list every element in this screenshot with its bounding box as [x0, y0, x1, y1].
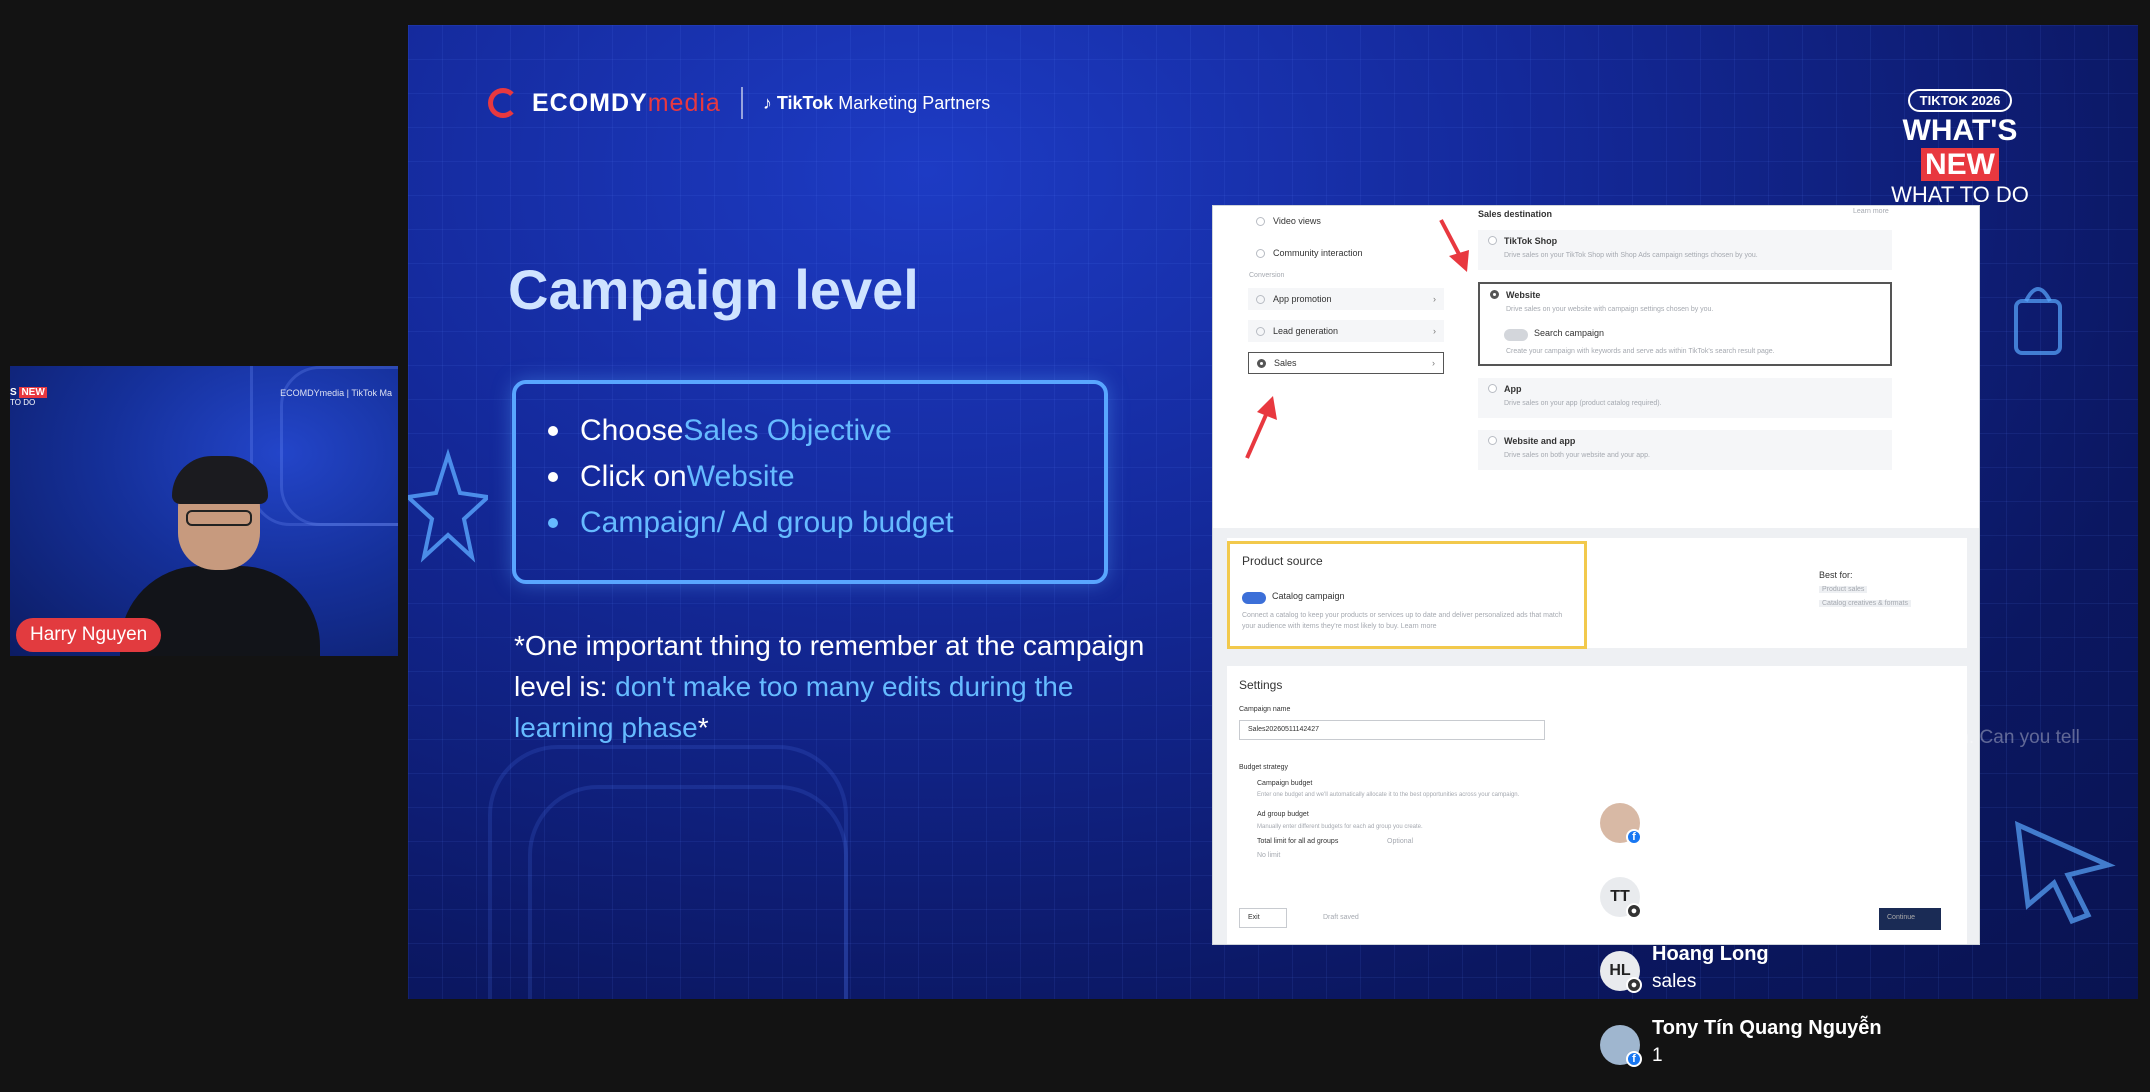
- guest-badge-icon: ●: [1626, 903, 1642, 919]
- product-source-highlight: Product source Catalog campaign Connect …: [1227, 541, 1587, 649]
- brand-bar: ECOMDYmedia ♪ TikTok Marketing Partners: [488, 87, 990, 119]
- destination-website-and-app: Website and app Drive sales on both your …: [1478, 430, 1892, 470]
- shopping-bag-icon: [2014, 287, 2062, 355]
- ecomdy-logo-icon: [488, 88, 518, 118]
- chat-message: HL ● Hoang Long sales: [1600, 943, 2080, 1013]
- destination-tiktok-shop: TikTok Shop Drive sales on your TikTok Sh…: [1478, 230, 1892, 270]
- speaker-avatar: [120, 456, 320, 656]
- speaker-video-tile[interactable]: S NEW TO DO ECOMDYmedia | TikTok Ma Harr…: [10, 366, 398, 656]
- bullet-item: Campaign/ Ad group budget: [546, 506, 1074, 540]
- decorative-ring: [528, 785, 848, 999]
- objective-app-promotion: App promotion ›: [1248, 288, 1444, 310]
- ecomdy-wordmark: ECOMDYmedia: [532, 88, 721, 117]
- exit-button: Exit: [1239, 908, 1287, 928]
- event-year-tag: TIKTOK 2026: [1907, 89, 2013, 112]
- star-decoration-icon: [408, 448, 488, 563]
- chat-message-faded: Can I see ads on tiktok in Bangladesh. C…: [1650, 727, 2080, 773]
- bullet-item: Click on Website: [546, 460, 1074, 494]
- mini-brand-logo: ECOMDYmedia | TikTok Ma: [280, 388, 392, 398]
- sales-destination-title: Sales destination: [1478, 209, 1553, 219]
- catalog-campaign-toggle: [1242, 592, 1266, 604]
- speaker-glasses: [186, 510, 252, 526]
- chat-message: f Vei Vei Martínez sale: [1600, 795, 2080, 865]
- mini-event-badge: S NEW TO DO: [10, 387, 47, 407]
- facebook-badge-icon: f: [1626, 1051, 1642, 1067]
- objective-section-label: Conversion: [1249, 272, 1285, 279]
- objective-lead-generation: Lead generation ›: [1248, 320, 1444, 342]
- chat-message: f Tony Tín Quang Nguyễn 1: [1600, 1017, 2080, 1087]
- bullet-item: Choose Sales Objective: [546, 414, 1074, 448]
- destination-app: App Drive sales on your app (product cata…: [1478, 378, 1892, 418]
- important-note: *One important thing to remember at the …: [514, 630, 1145, 743]
- search-campaign-toggle: [1504, 329, 1528, 341]
- destination-website: Website Drive sales on your website with …: [1478, 282, 1892, 366]
- red-arrow-icon: [1439, 219, 1469, 272]
- speaker-name-badge: Harry Nguyen: [16, 618, 162, 652]
- learn-more-link: Learn more: [1853, 208, 1889, 215]
- brand-divider: [740, 87, 743, 119]
- best-for-tag: Catalog creatives & formats: [1819, 600, 1911, 607]
- objective-community-interaction: Community interaction: [1248, 242, 1444, 264]
- objective-sales: Sales ›: [1248, 352, 1444, 374]
- chat-message: TT ● Tracy Tracy awareness: [1600, 869, 2080, 939]
- slide-title: Campaign level: [508, 258, 919, 321]
- meeting-stage: S NEW TO DO ECOMDYmedia | TikTok Ma Harr…: [0, 0, 2150, 1092]
- key-steps-box: Choose Sales Objective Click on Website …: [512, 380, 1108, 584]
- objective-video-views: Video views: [1248, 210, 1444, 232]
- guest-badge-icon: ●: [1626, 977, 1642, 993]
- best-for-title: Best for:: [1819, 570, 1853, 580]
- best-for-tag: Product sales: [1819, 586, 1868, 593]
- event-badge: TIKTOK 2026 WHAT'S NEW WHAT TO DO: [1862, 89, 2058, 208]
- red-arrow-icon: [1245, 396, 1277, 459]
- campaign-name-input: Sales20260511142427: [1239, 720, 1545, 740]
- facebook-badge-icon: f: [1626, 829, 1642, 845]
- live-chat-overlay[interactable]: Can I see ads on tiktok in Bangladesh. C…: [1582, 685, 2122, 1092]
- event-title: WHAT'S NEW: [1902, 114, 2018, 181]
- chat-avatar: [1600, 699, 1634, 733]
- tiktok-partner-label: ♪ TikTok Marketing Partners: [762, 92, 991, 113]
